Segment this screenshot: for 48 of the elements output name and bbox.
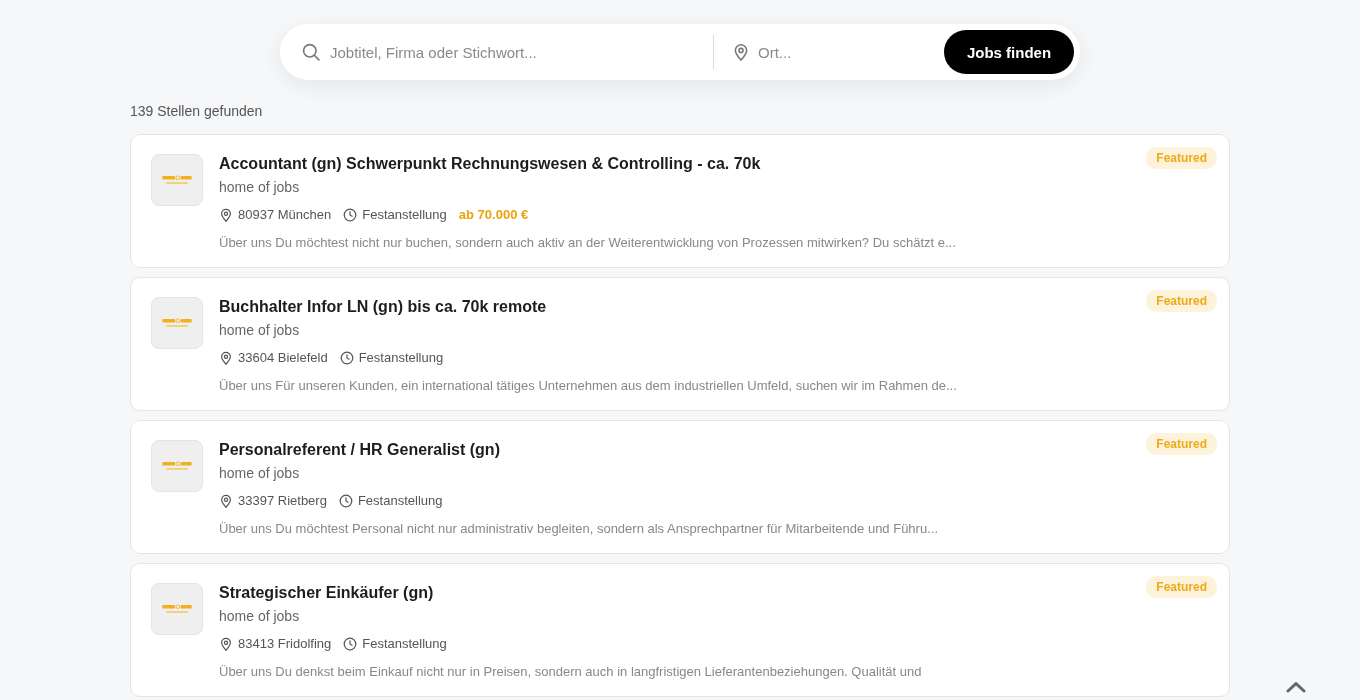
find-jobs-button[interactable]: Jobs finden bbox=[944, 30, 1074, 74]
job-card[interactable] bbox=[130, 563, 1230, 697]
job-title[interactable]: Strategischer Einkäufer (gn) bbox=[219, 583, 922, 603]
company-name: home of jobs bbox=[219, 607, 301, 625]
employment-type: Festanstellung bbox=[357, 492, 443, 510]
job-location: 80937 München bbox=[238, 206, 332, 224]
job-card[interactable] bbox=[130, 134, 1230, 268]
job-description: Über uns Für unseren Kunden, ein international tätiges Unternehmen aus dem industriellen Umfeld, suchen wir im Rahmen de... bbox=[219, 377, 957, 395]
company-logo-icon bbox=[151, 583, 203, 635]
location-pin-icon bbox=[219, 494, 233, 508]
featured-badge: Featured bbox=[1146, 576, 1217, 598]
clock-icon bbox=[343, 637, 358, 651]
location-pin-icon bbox=[219, 637, 233, 651]
scroll-to-top-icon[interactable] bbox=[1286, 681, 1306, 693]
job-description: Über uns Du möchtest Personal nicht nur administrativ begleiten, sondern als Ansprechpartner für Mitarbeitende und Führu... bbox=[219, 520, 938, 538]
clock-icon bbox=[343, 208, 358, 222]
location-field[interactable]: Ort... bbox=[758, 40, 944, 64]
job-description: Über uns Du möchtest nicht nur buchen, sondern auch aktiv an der Weiterentwicklung von Prozessen mitwirken? Du schätzt e... bbox=[219, 234, 956, 252]
company-logo-icon bbox=[151, 297, 203, 349]
job-location: 83413 Fridolfing bbox=[238, 635, 332, 653]
result-count: 139 Stellen gefunden bbox=[130, 102, 264, 120]
company-name: home of jobs bbox=[219, 321, 301, 339]
job-card[interactable] bbox=[130, 420, 1230, 554]
job-title[interactable]: Personalreferent / HR Generalist (gn) bbox=[219, 440, 938, 460]
company-logo-icon bbox=[151, 154, 203, 206]
featured-badge: Featured bbox=[1146, 433, 1217, 455]
salary: ab 70.000 € bbox=[458, 206, 529, 224]
company-name: home of jobs bbox=[219, 464, 301, 482]
job-title[interactable]: Accountant (gn) Schwerpunkt Rechnungswesen & Controlling - ca. 70k bbox=[219, 154, 956, 174]
company-logo-icon bbox=[151, 440, 203, 492]
employment-type: Festanstellung bbox=[358, 349, 444, 367]
employment-type: Festanstellung bbox=[362, 206, 447, 224]
location-pin-icon bbox=[732, 43, 750, 61]
job-description: Über uns Du denkst beim Einkauf nicht nur in Preisen, sondern auch in langfristigen Lieferantenbeziehungen. Qualität und bbox=[219, 663, 922, 681]
company-name: home of jobs bbox=[219, 178, 301, 196]
location-pin-icon bbox=[219, 351, 233, 365]
job-location: 33604 Bielefeld bbox=[238, 349, 328, 367]
clock-icon bbox=[339, 351, 354, 365]
job-location: 33397 Rietberg bbox=[238, 492, 327, 510]
job-title[interactable]: Buchhalter Infor LN (gn) bis ca. 70k remote bbox=[219, 297, 957, 317]
job-card[interactable] bbox=[130, 277, 1230, 411]
employment-type: Festanstellung bbox=[362, 635, 447, 653]
search-field[interactable]: Jobtitel, Firma oder Stichwort... bbox=[330, 40, 700, 64]
clock-icon bbox=[338, 494, 353, 508]
search-icon bbox=[302, 43, 320, 61]
featured-badge: Featured bbox=[1146, 290, 1217, 312]
location-pin-icon bbox=[219, 208, 233, 222]
featured-badge: Featured bbox=[1146, 147, 1217, 169]
